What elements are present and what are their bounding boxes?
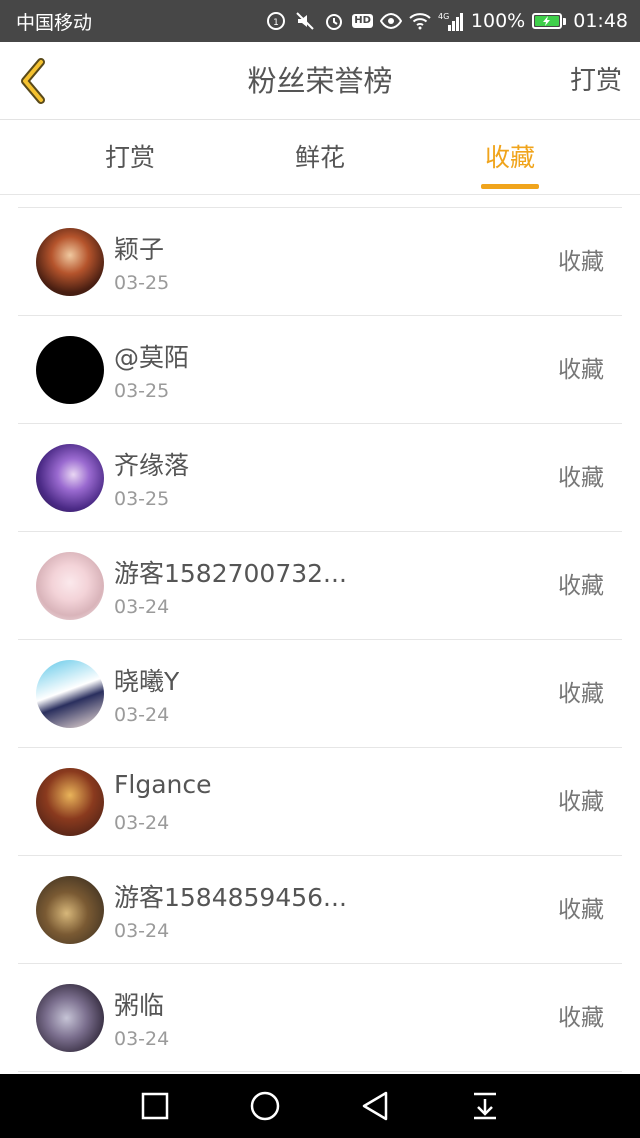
- hd-voice-icon: 1: [265, 10, 287, 32]
- carrier-name: 中国移动: [16, 11, 93, 34]
- user-name: 颖子: [114, 235, 165, 264]
- date: 03-24: [114, 596, 170, 618]
- date: 03-24: [114, 704, 170, 726]
- date: 03-25: [114, 380, 170, 402]
- mute-icon: [294, 10, 316, 32]
- back-nav-button[interactable]: [353, 1084, 397, 1128]
- avatar[interactable]: [36, 876, 104, 944]
- home-button[interactable]: [243, 1084, 287, 1128]
- reward-header-button[interactable]: 打赏: [570, 42, 622, 120]
- user-name: 齐缘落: [114, 451, 190, 480]
- avatar[interactable]: [36, 768, 104, 836]
- date: 03-24: [114, 1028, 170, 1050]
- date: 03-24: [114, 920, 170, 942]
- eye-icon: [379, 10, 402, 32]
- svg-text:1: 1: [273, 18, 279, 28]
- tab-bar: 打赏 鲜花 收藏: [0, 121, 640, 195]
- list-item[interactable]: 晓曦Y 03-24 收藏: [18, 640, 622, 748]
- action-label: 收藏: [558, 249, 604, 275]
- avatar[interactable]: [36, 444, 104, 512]
- action-label: 收藏: [558, 681, 604, 707]
- svg-text:4G: 4G: [438, 12, 449, 21]
- date: 03-25: [114, 272, 170, 294]
- square-icon: [141, 1092, 169, 1120]
- user-name: 游客1584859456...: [114, 883, 347, 912]
- cellular-signal-icon: 4G: [438, 10, 464, 32]
- avatar[interactable]: [36, 228, 104, 296]
- user-name: 游客1582700732...: [114, 559, 347, 588]
- action-label: 收藏: [558, 357, 604, 383]
- avatar[interactable]: [36, 984, 104, 1052]
- status-icons: 1 HD 4G 100% 01:48: [265, 10, 628, 32]
- avatar[interactable]: [36, 336, 104, 404]
- action-label: 收藏: [558, 573, 604, 599]
- circle-icon: [250, 1091, 280, 1121]
- user-name: Flgance: [114, 770, 212, 799]
- chevron-left-icon: [21, 58, 45, 104]
- system-nav-bar: [0, 1074, 640, 1138]
- list-item[interactable]: @莫陌 03-25 收藏: [18, 316, 622, 424]
- header: 粉丝荣誉榜 打赏: [0, 42, 640, 120]
- user-name: @莫陌: [114, 343, 190, 372]
- download-icon: [474, 1092, 496, 1120]
- user-name: 晓曦Y: [114, 667, 180, 696]
- list-item[interactable]: 游客1584859456... 03-24 收藏: [18, 856, 622, 964]
- battery-icon: [532, 13, 567, 29]
- triangle-back-icon: [362, 1091, 388, 1121]
- page-title: 粉丝荣誉榜: [247, 64, 393, 98]
- tab-reward[interactable]: 打赏: [70, 121, 190, 195]
- recent-apps-button[interactable]: [133, 1084, 177, 1128]
- avatar[interactable]: [36, 660, 104, 728]
- status-bar: 中国移动 1 HD 4G 100% 01:48: [0, 0, 640, 42]
- action-label: 收藏: [558, 1005, 604, 1031]
- list-item[interactable]: 齐缘落 03-25 收藏: [18, 424, 622, 532]
- active-tab-indicator: [481, 184, 539, 189]
- list-item[interactable]: Flgance 03-24 收藏: [18, 748, 622, 856]
- alarm-icon: [323, 10, 345, 32]
- action-label: 收藏: [558, 897, 604, 923]
- action-label: 收藏: [558, 465, 604, 491]
- tab-flowers[interactable]: 鲜花: [260, 121, 380, 195]
- date: 03-25: [114, 488, 170, 510]
- avatar[interactable]: [36, 552, 104, 620]
- fan-list: 颖子 03-25 收藏 @莫陌 03-25 收藏 齐缘落 03-25 收藏 游客…: [18, 207, 622, 1072]
- wifi-icon: [409, 10, 431, 32]
- action-label: 收藏: [558, 789, 604, 815]
- back-button[interactable]: [10, 56, 58, 106]
- user-name: 粥临: [114, 991, 165, 1020]
- notification-pull-button[interactable]: [463, 1084, 507, 1128]
- clock: 01:48: [573, 10, 628, 32]
- hd-icon: HD: [352, 14, 373, 28]
- battery-percent: 100%: [470, 10, 526, 32]
- list-item[interactable]: 游客1582700732... 03-24 收藏: [18, 532, 622, 640]
- date: 03-24: [114, 812, 170, 834]
- list-item[interactable]: 颖子 03-25 收藏: [18, 208, 622, 316]
- list-item[interactable]: 粥临 03-24 收藏: [18, 964, 622, 1072]
